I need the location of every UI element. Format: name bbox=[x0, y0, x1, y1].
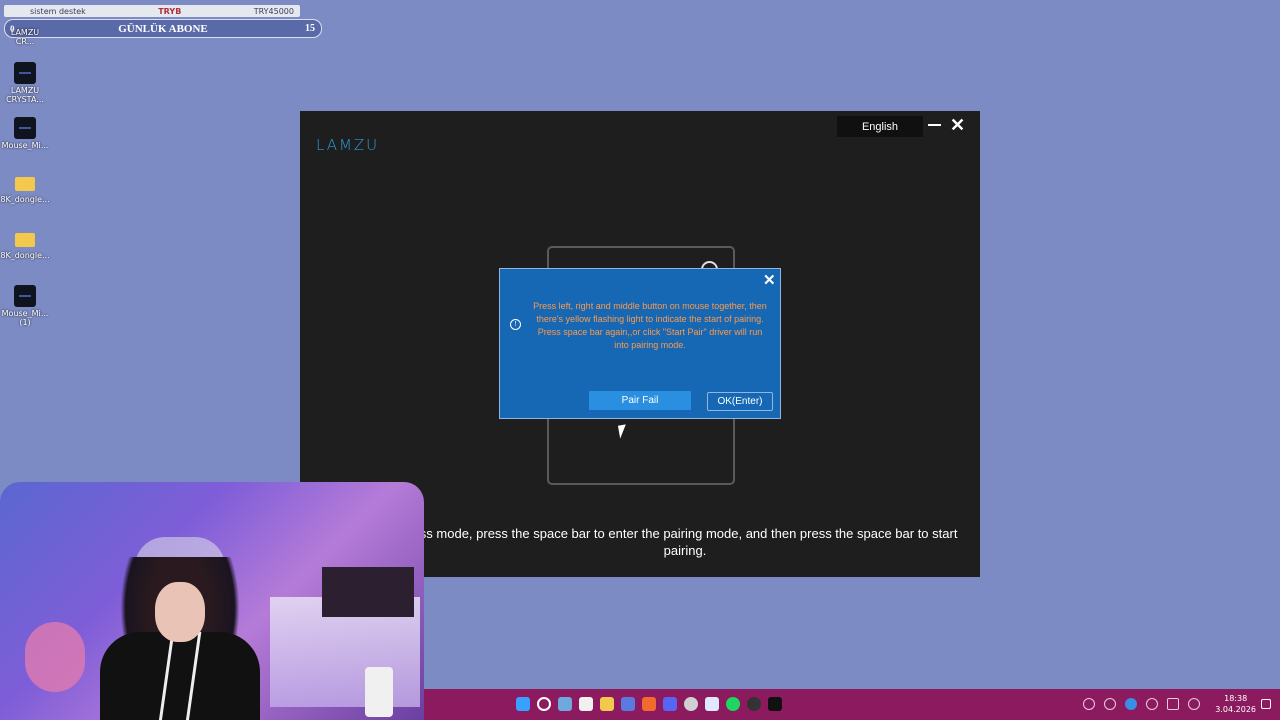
desktop-icon-label: 8K_dongle... bbox=[0, 195, 50, 204]
brave-icon[interactable] bbox=[642, 697, 656, 711]
desktop-icon-8k-dongle-2[interactable]: 8K_dongle... bbox=[0, 229, 50, 260]
ok-button[interactable]: OK(Enter) bbox=[707, 392, 773, 411]
mic-icon[interactable] bbox=[1146, 698, 1158, 710]
desktop-icon-8k-dongle-1[interactable]: 8K_dongle... bbox=[0, 173, 50, 204]
usb-icon[interactable] bbox=[1104, 698, 1116, 710]
taskbar-pinned bbox=[516, 697, 782, 711]
subscriber-goal: 0 GÜNLÜK ABONE 15 bbox=[4, 19, 322, 38]
webcam-face bbox=[155, 582, 205, 642]
minimize-icon[interactable] bbox=[927, 118, 941, 132]
desktop-icon-lamzu-crystal[interactable]: LAMZU CRYSTA... bbox=[2, 62, 48, 104]
volume-icon[interactable] bbox=[1188, 698, 1200, 710]
clock[interactable]: 18:38 3.04.2026 bbox=[1215, 693, 1256, 715]
desktop-icon-label: Mouse_Mi... (1) bbox=[1, 309, 49, 327]
dialog-close-icon[interactable]: ✕ bbox=[763, 273, 776, 288]
notification-icon[interactable] bbox=[1261, 699, 1271, 709]
windows-start-icon[interactable] bbox=[516, 697, 530, 711]
chat-icon[interactable] bbox=[621, 697, 635, 711]
clock-date: 3.04.2026 bbox=[1215, 705, 1256, 714]
bluetooth-icon[interactable] bbox=[1125, 698, 1137, 710]
network-icon[interactable] bbox=[1167, 698, 1179, 710]
webcam-panel bbox=[322, 567, 414, 617]
system-tray bbox=[1062, 698, 1200, 710]
close-icon[interactable]: ✕ bbox=[950, 116, 965, 134]
app-icon bbox=[14, 117, 36, 139]
desktop-icon-label: 8K_dongle... bbox=[0, 251, 50, 260]
spotify-icon[interactable] bbox=[726, 697, 740, 711]
webcam-cup bbox=[365, 667, 393, 717]
desktop-icon-label: LAMZU CRYSTA... bbox=[6, 86, 44, 104]
webcam-plush bbox=[25, 622, 85, 692]
goal-label: GÜNLÜK ABONE bbox=[118, 22, 208, 35]
desktop-icon-lamzu-cr[interactable]: LAMZU CR... bbox=[2, 28, 48, 46]
pair-fail-button[interactable]: Pair Fail bbox=[589, 391, 691, 410]
donation-bar-right: TRY45000 bbox=[253, 6, 294, 16]
webcam-feed bbox=[0, 482, 424, 720]
pairing-instruction: ess mode, press the space bar to enter t… bbox=[412, 526, 958, 558]
desktop-icon-mouse-mi-1[interactable]: Mouse_Mi... (1) bbox=[2, 285, 48, 327]
settings-icon[interactable] bbox=[558, 697, 572, 711]
desktop-icon-mouse-mi[interactable]: Mouse_Mi... bbox=[2, 117, 48, 150]
file-icon[interactable] bbox=[600, 697, 614, 711]
chart-icon[interactable] bbox=[705, 697, 719, 711]
pairing-dialog: ✕ ! Press left, right and middle button … bbox=[499, 268, 781, 419]
explorer-icon[interactable] bbox=[579, 697, 593, 711]
lamzu-icon[interactable] bbox=[768, 697, 782, 711]
search-icon[interactable] bbox=[537, 697, 551, 711]
folder-icon bbox=[15, 233, 35, 247]
language-select[interactable]: English bbox=[837, 116, 923, 137]
whatsapp-icon[interactable] bbox=[684, 697, 698, 711]
goal-count: 15 bbox=[305, 23, 315, 34]
desktop-icon-label: Mouse_Mi... bbox=[1, 141, 49, 150]
desktop-icon-label: LAMZU CR... bbox=[10, 28, 40, 46]
taskbar: 18:38 3.04.2026 bbox=[424, 689, 1280, 720]
app-icon bbox=[14, 285, 36, 307]
steam-icon[interactable] bbox=[1083, 698, 1095, 710]
donation-bar-mid: TRYB bbox=[158, 6, 182, 16]
obs-icon[interactable] bbox=[747, 697, 761, 711]
donation-bar: sistem destek TRYB TRY45000 bbox=[4, 5, 300, 17]
chevron-up-icon[interactable] bbox=[1062, 698, 1074, 710]
folder-icon bbox=[15, 177, 35, 191]
lamzu-logo: LAMZU bbox=[316, 136, 380, 154]
discord-icon[interactable] bbox=[663, 697, 677, 711]
clock-time: 18:38 bbox=[1224, 694, 1248, 703]
info-icon: ! bbox=[510, 319, 521, 330]
dialog-message: Press left, right and middle button on m… bbox=[533, 301, 767, 350]
app-shortcut-icon bbox=[14, 62, 36, 84]
donation-bar-left: sistem destek bbox=[30, 6, 86, 16]
